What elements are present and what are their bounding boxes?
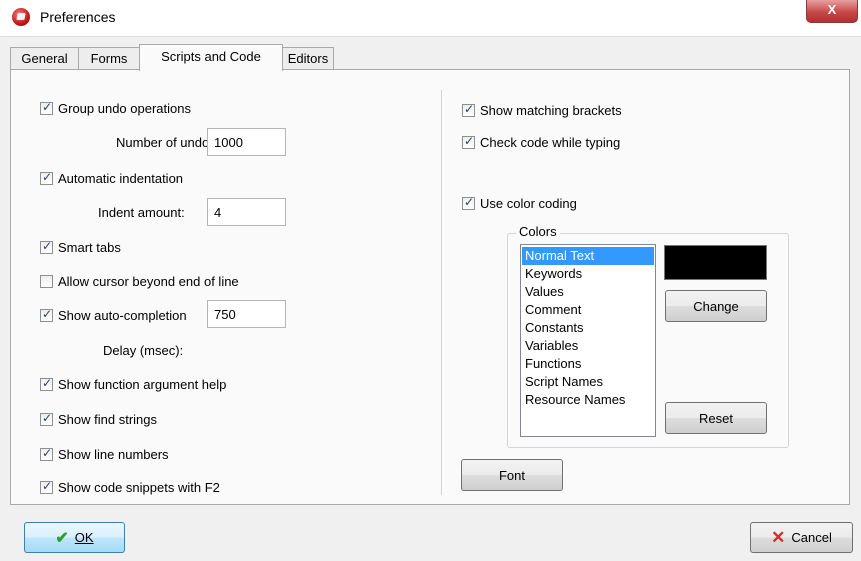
group-undo-checkbox[interactable]: Group undo operations xyxy=(40,98,191,118)
title-bar: Preferences X xyxy=(0,0,861,37)
checkbox-box[interactable] xyxy=(40,411,53,426)
color-coding-label: Use color coding xyxy=(480,195,577,211)
checkbox-box[interactable] xyxy=(40,170,53,185)
auto-completion-delay-input[interactable] xyxy=(207,300,286,328)
auto-completion-label: Show auto-completion xyxy=(58,307,187,323)
close-button[interactable]: X xyxy=(806,0,858,23)
list-item[interactable]: Comment xyxy=(522,301,654,319)
line-numbers-label: Show line numbers xyxy=(58,446,169,462)
allow-cursor-label: Allow cursor beyond end of line xyxy=(58,273,239,289)
checkbox-box[interactable] xyxy=(40,307,53,322)
group-undo-label: Group undo operations xyxy=(58,100,191,116)
matching-brackets-label: Show matching brackets xyxy=(480,102,622,118)
tab-editors[interactable]: Editors xyxy=(282,47,334,69)
auto-completion-checkbox[interactable]: Show auto-completion xyxy=(40,305,206,325)
colors-group-legend: Colors xyxy=(516,224,560,239)
smart-tabs-label: Smart tabs xyxy=(58,239,121,255)
change-color-button[interactable]: Change xyxy=(665,290,767,322)
tab-general[interactable]: General xyxy=(10,47,79,69)
color-swatch xyxy=(664,245,767,280)
checkbox-box[interactable] xyxy=(462,102,475,117)
tab-forms[interactable]: Forms xyxy=(78,47,140,69)
check-code-checkbox[interactable]: Check code while typing xyxy=(462,132,620,152)
tab-scripts-and-code[interactable]: Scripts and Code xyxy=(139,44,283,71)
list-item[interactable]: Constants xyxy=(522,319,654,337)
window-title: Preferences xyxy=(40,9,116,25)
reset-colors-button[interactable]: Reset xyxy=(665,402,767,434)
checkbox-box[interactable] xyxy=(40,376,53,391)
checkbox-box[interactable] xyxy=(462,134,475,149)
indent-amount-label: Indent amount: xyxy=(98,205,185,220)
automatic-indentation-checkbox[interactable]: Automatic indentation xyxy=(40,168,183,188)
allow-cursor-checkbox[interactable]: Allow cursor beyond end of line xyxy=(40,271,239,291)
checkbox-box[interactable] xyxy=(40,446,53,461)
function-help-label: Show function argument help xyxy=(58,376,227,392)
column-divider xyxy=(441,90,442,495)
function-help-checkbox[interactable]: Show function argument help xyxy=(40,374,226,394)
list-item[interactable]: Values xyxy=(522,283,654,301)
app-logo-icon xyxy=(12,8,30,26)
checkmark-icon: ✔ xyxy=(55,529,69,547)
colors-listbox[interactable]: Normal Text Keywords Values Comment Cons… xyxy=(520,244,656,437)
line-numbers-checkbox[interactable]: Show line numbers xyxy=(40,444,169,464)
cancel-label: Cancel xyxy=(791,530,832,545)
automatic-indentation-label: Automatic indentation xyxy=(58,170,184,186)
matching-brackets-checkbox[interactable]: Show matching brackets xyxy=(462,100,622,120)
list-item[interactable]: Resource Names xyxy=(522,391,654,409)
find-strings-label: Show find strings xyxy=(58,411,157,427)
delay-label: Delay (msec): xyxy=(103,343,184,358)
check-code-label: Check code while typing xyxy=(480,134,621,150)
smart-tabs-checkbox[interactable]: Smart tabs xyxy=(40,237,121,257)
list-item[interactable]: Keywords xyxy=(522,265,654,283)
code-snippets-checkbox[interactable]: Show code snippets with F2 xyxy=(40,477,220,497)
ok-label: OK xyxy=(74,530,94,545)
checkbox-box[interactable] xyxy=(40,479,53,494)
x-icon: ✕ xyxy=(771,527,786,547)
color-coding-checkbox[interactable]: Use color coding xyxy=(462,193,577,213)
font-button[interactable]: Font xyxy=(461,459,563,491)
list-item[interactable]: Variables xyxy=(522,337,654,355)
list-item[interactable]: Script Names xyxy=(522,373,654,391)
checkbox-box[interactable] xyxy=(40,239,53,254)
checkbox-box[interactable] xyxy=(40,100,53,115)
list-item[interactable]: Functions xyxy=(522,355,654,373)
code-snippets-label: Show code snippets with F2 xyxy=(58,479,220,495)
preferences-window: Preferences X General Forms Scripts and … xyxy=(0,0,861,561)
ok-button[interactable]: ✔ OK xyxy=(24,522,125,553)
checkbox-box[interactable] xyxy=(40,274,53,288)
indent-amount-input[interactable] xyxy=(207,198,286,226)
find-strings-checkbox[interactable]: Show find strings xyxy=(40,409,157,429)
number-of-undo-input[interactable] xyxy=(207,128,286,156)
list-item[interactable]: Normal Text xyxy=(522,247,654,265)
cancel-button[interactable]: ✕ Cancel xyxy=(750,522,853,553)
checkbox-box[interactable] xyxy=(462,195,475,210)
number-of-undo-label: Number of undo: xyxy=(116,135,213,150)
